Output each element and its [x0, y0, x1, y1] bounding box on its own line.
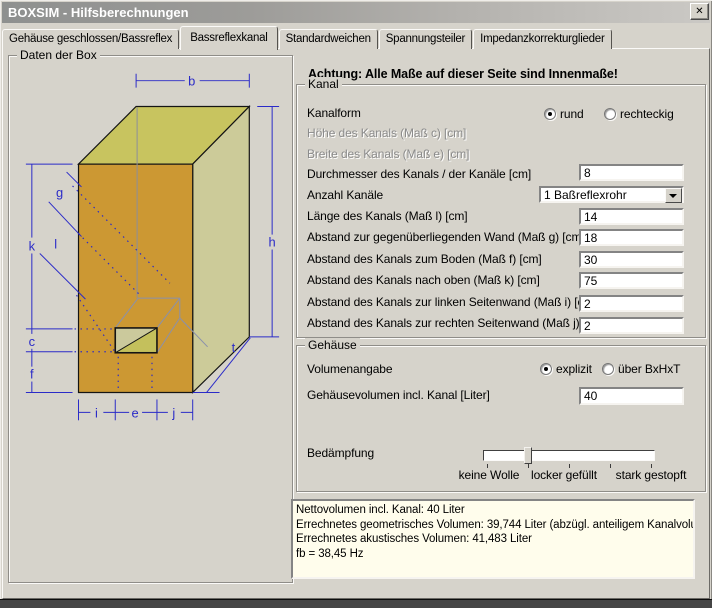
close-button[interactable]: ✕	[690, 3, 709, 20]
dim-label-c: c	[29, 334, 36, 349]
kanalform-rechteckig-label: rechteckig	[620, 107, 674, 121]
kanalform-label: Kanalform	[307, 106, 361, 120]
tab-strip: Gehäuse geschlossen/Bassreflex Bassrefle…	[2, 25, 613, 49]
abstand-boden-label: Abstand des Kanals zum Boden (Maß f) [cm…	[307, 252, 542, 266]
abstand-rechts-input[interactable]	[579, 317, 684, 334]
kanalform-rund-label: rund	[560, 107, 584, 121]
abstand-boden-input[interactable]	[579, 251, 684, 268]
abstand-oben-input[interactable]	[579, 272, 684, 289]
slider-tick	[610, 464, 611, 468]
volumen-bxhxt-radio[interactable]	[602, 363, 614, 375]
bedaempfung-slider-track[interactable]	[483, 450, 655, 461]
gehaeusevolumen-label: Gehäusevolumen incl. Kanal [Liter]	[307, 388, 490, 402]
dialog-window: BOXSIM - Hilfsberechnungen ✕ Gehäuse ges…	[0, 0, 712, 608]
anzahl-kanaele-dropdown[interactable]: 1 Baßreflexrohr	[539, 186, 684, 203]
dim-label-t: t	[232, 340, 236, 355]
volumen-explizit-radio[interactable]	[540, 363, 552, 375]
gehaeuse-legend: Gehäuse	[305, 338, 360, 352]
breite-kanal-label: Breite des Kanals (Maß e) [cm]	[307, 147, 469, 161]
results-panel: Nettovolumen incl. Kanal: 40 Liter Errec…	[291, 499, 695, 579]
dim-label-e: e	[132, 405, 139, 420]
result-geometrisches-volumen: Errechnetes geometrisches Volumen: 39,74…	[296, 518, 690, 533]
kanalform-rechteckig-radio[interactable]	[604, 108, 616, 120]
chevron-down-icon	[669, 194, 677, 198]
tab-label: Spannungsteiler	[386, 33, 465, 45]
kanal-group: Kanal Kanalform rund rechteckig Höhe des…	[296, 84, 706, 338]
result-akustisches-volumen: Errechnetes akustisches Volumen: 41,483 …	[296, 532, 690, 547]
abstand-oben-label: Abstand des Kanals nach oben (Maß k) [cm…	[307, 273, 540, 287]
dim-label-l: l	[54, 236, 57, 251]
kanal-legend: Kanal	[305, 77, 342, 91]
durchmesser-label: Durchmesser des Kanals / der Kanäle [cm]	[307, 167, 531, 181]
gehaeusevolumen-input[interactable]	[579, 387, 684, 405]
gehaeuse-group: Gehäuse Volumenangabe explizit über BxHx…	[296, 345, 706, 492]
dim-label-k: k	[29, 238, 36, 253]
tab-label: Bassreflexkanal	[190, 32, 267, 44]
dim-label-h: h	[269, 235, 276, 250]
tab-spannungsteiler[interactable]: Spannungsteiler	[379, 29, 472, 49]
dim-label-f: f	[30, 367, 34, 382]
abstand-wand-label: Abstand zur gegenüberliegenden Wand (Maß…	[307, 230, 585, 244]
bedaempfung-label: Bedämpfung	[307, 446, 374, 460]
dim-label-g: g	[56, 185, 63, 200]
dropdown-button[interactable]	[665, 188, 682, 203]
dim-label-i: i	[95, 405, 98, 420]
bedaempfung-slider-thumb[interactable]	[524, 447, 532, 464]
window-title: BOXSIM - Hilfsberechnungen	[2, 5, 189, 20]
tab-label: Impedanzkorrekturglieder	[480, 33, 604, 45]
inner-dimensions-notice: Achtung: Alle Maße auf dieser Seite sind…	[308, 67, 618, 81]
daten-der-box-legend: Daten der Box	[17, 48, 100, 62]
dim-label-j: j	[171, 405, 175, 420]
tab-standardweichen[interactable]: Standardweichen	[279, 29, 378, 49]
tab-label: Gehäuse geschlossen/Bassreflex	[9, 33, 172, 45]
box-front-face	[79, 164, 193, 392]
volumen-bxhxt-label: über BxHxT	[618, 362, 680, 376]
slider-label-stark-gestopft: stark gestopft	[616, 468, 687, 482]
daten-der-box-group: Daten der Box	[8, 55, 293, 583]
anzahl-kanaele-value: 1 Baßreflexrohr	[544, 188, 627, 202]
result-nettovolumen: Nettovolumen incl. Kanal: 40 Liter	[296, 503, 690, 518]
abstand-rechts-label: Abstand des Kanals zur rechten Seitenwan…	[307, 316, 605, 330]
tab-label: Standardweichen	[286, 33, 371, 45]
slider-label-locker-gefuellt: locker gefüllt	[531, 468, 597, 482]
laenge-kanal-input[interactable]	[579, 208, 684, 225]
volumenangabe-label: Volumenangabe	[307, 362, 392, 376]
window-bottom-edge	[0, 599, 712, 608]
abstand-links-label: Abstand des Kanals zur linken Seitenwand…	[307, 295, 597, 309]
box-diagram: b h k g l c f t i e j	[9, 56, 292, 582]
kanalform-rund-radio[interactable]	[544, 108, 556, 120]
slider-tick	[528, 464, 529, 468]
anzahl-kanaele-label: Anzahl Kanäle	[307, 188, 383, 202]
durchmesser-input[interactable]	[579, 164, 684, 181]
tab-bassreflexkanal[interactable]: Bassreflexkanal	[180, 26, 277, 50]
laenge-kanal-label: Länge des Kanals (Maß l) [cm]	[307, 209, 468, 223]
close-icon: ✕	[695, 7, 703, 17]
hoehe-kanal-label: Höhe des Kanals (Maß c) [cm]	[307, 126, 466, 140]
abstand-wand-input[interactable]	[579, 229, 684, 246]
dim-label-b: b	[188, 74, 195, 89]
abstand-links-input[interactable]	[579, 295, 684, 312]
result-fb: fb = 38,45 Hz	[296, 547, 690, 562]
tab-impedanzkorrekturglieder[interactable]: Impedanzkorrekturglieder	[473, 29, 611, 49]
volumen-explizit-label: explizit	[556, 362, 592, 376]
tab-gehaeuse-geschlossen[interactable]: Gehäuse geschlossen/Bassreflex	[2, 29, 179, 49]
slider-label-keine-wolle: keine Wolle	[459, 468, 520, 482]
title-bar[interactable]: BOXSIM - Hilfsberechnungen	[2, 2, 710, 23]
